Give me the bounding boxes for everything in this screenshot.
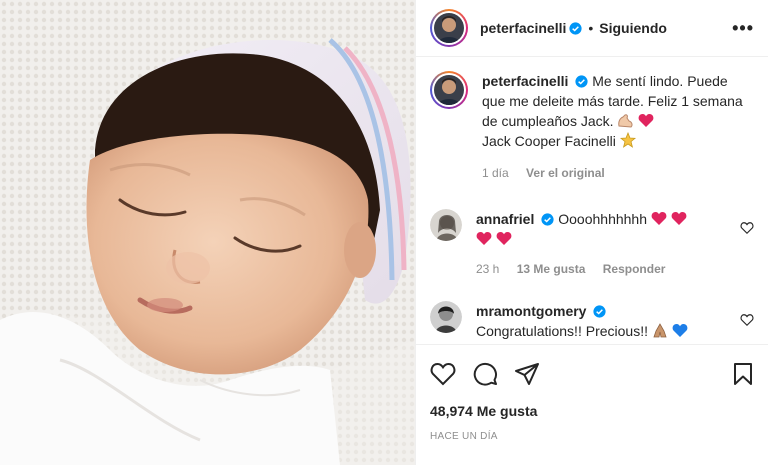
header-separator: •: [588, 20, 594, 36]
comment-username[interactable]: mramontgomery: [476, 303, 586, 319]
save-bookmark-icon[interactable]: [732, 362, 754, 386]
like-comment-icon[interactable]: [740, 313, 754, 327]
post-side-panel: peterfacinelli • Siguiendo ••• peterfaci…: [415, 0, 768, 465]
comment-meta: 23 h 13 Me gusta Responder: [476, 259, 754, 279]
share-send-icon[interactable]: [514, 362, 540, 386]
comment-item: annafriel Oooohhhhhhh 23 h 13 Me gusta R…: [430, 209, 754, 279]
caption-username[interactable]: peterfacinelli: [482, 73, 568, 89]
post-header: peterfacinelli • Siguiendo •••: [416, 0, 768, 57]
see-original-link[interactable]: Ver el original: [526, 166, 605, 180]
commenter-avatar[interactable]: [430, 301, 462, 333]
like-heart-icon[interactable]: [430, 362, 456, 386]
caption-time[interactable]: 1 día: [482, 166, 509, 180]
caption-avatar[interactable]: [430, 71, 468, 109]
commenter-avatar[interactable]: [430, 209, 462, 241]
comment-username[interactable]: annafriel: [476, 211, 534, 227]
comment-time[interactable]: 23 h: [476, 262, 499, 276]
comments-list: peterfacinelli Me sentí lindo. Puede que…: [416, 57, 768, 357]
header-username[interactable]: peterfacinelli: [480, 20, 566, 36]
post-photo[interactable]: [0, 0, 415, 465]
comment-item: mramontgomery Congratulations!! Precious…: [430, 301, 754, 341]
more-options-icon[interactable]: •••: [732, 18, 754, 39]
caption: peterfacinelli Me sentí lindo. Puede que…: [430, 71, 754, 183]
verified-badge-icon: [541, 213, 554, 226]
reply-button[interactable]: Responder: [603, 262, 666, 276]
verified-badge-icon: [569, 21, 582, 35]
comment-bubble-icon[interactable]: [472, 361, 498, 387]
verified-badge-icon: [593, 305, 607, 318]
newborn-baby-image: [0, 0, 415, 465]
blue-heart-icon: [672, 324, 688, 337]
story-ring[interactable]: [430, 9, 468, 47]
avatar: [434, 13, 464, 43]
heart-icon: [671, 212, 687, 225]
flexed-biceps-icon: [618, 114, 633, 128]
post-actions: 48,974 Me gusta HACE UN DÍA: [416, 344, 768, 465]
heart-icon: [638, 114, 654, 127]
heart-icon: [496, 232, 512, 245]
heart-icon: [651, 212, 667, 225]
comment-likes[interactable]: 13 Me gusta: [517, 262, 586, 276]
caption-meta: 1 día Ver el original: [482, 163, 754, 183]
star-icon: [619, 132, 636, 148]
verified-badge-icon: [575, 75, 588, 88]
instagram-post: peterfacinelli • Siguiendo ••• peterfaci…: [0, 0, 768, 465]
likes-count[interactable]: 48,974 Me gusta: [430, 403, 754, 419]
comment-text: Congratulations!! Precious!!: [476, 323, 648, 339]
following-button[interactable]: Siguiendo: [599, 20, 667, 36]
like-comment-icon[interactable]: [740, 221, 754, 235]
folded-hands-icon: [653, 323, 667, 338]
caption-text-2: Jack Cooper Facinelli: [482, 133, 616, 149]
post-date[interactable]: HACE UN DÍA: [430, 431, 754, 442]
heart-icon: [476, 232, 492, 245]
comment-text: Oooohhhhhhh: [558, 211, 648, 227]
